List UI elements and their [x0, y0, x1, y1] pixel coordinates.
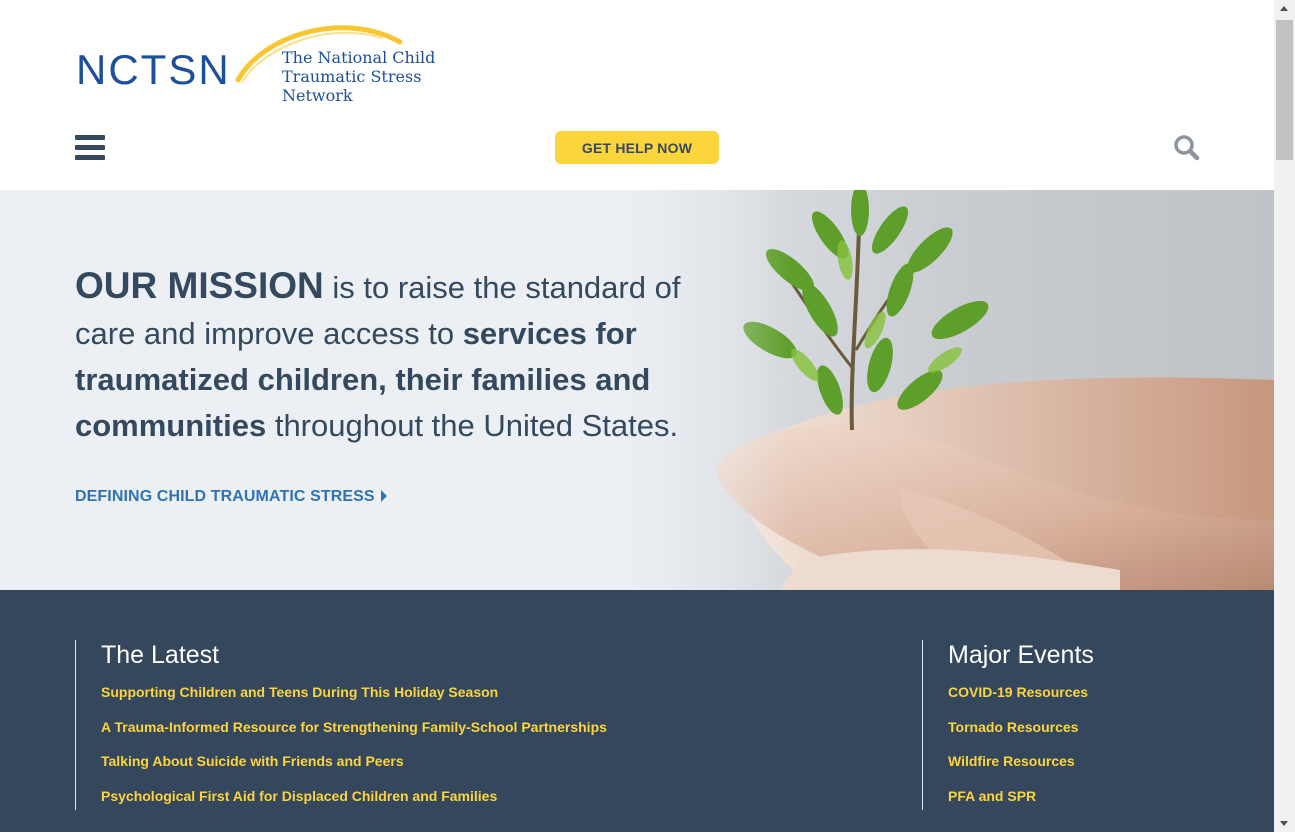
caret-right-icon [380, 490, 387, 502]
mission-statement: OUR MISSION is to raise the standard of … [75, 263, 725, 449]
site-header: NCTSN The National Child Traumatic Stres… [0, 0, 1274, 190]
latest-link[interactable]: Supporting Children and Teens During Thi… [101, 684, 875, 719]
latest-link[interactable]: A Trauma-Informed Resource for Strengthe… [101, 719, 875, 754]
scroll-down-icon[interactable] [1280, 821, 1288, 826]
event-link[interactable]: Tornado Resources [948, 719, 1222, 754]
search-icon[interactable] [1172, 133, 1202, 163]
page: NCTSN The National Child Traumatic Stres… [0, 0, 1274, 832]
hamburger-menu-icon[interactable] [75, 135, 105, 161]
latest-link[interactable]: Talking About Suicide with Friends and P… [101, 753, 875, 788]
event-link[interactable]: PFA and SPR [948, 788, 1222, 823]
latest-list: Supporting Children and Teens During Thi… [101, 684, 875, 822]
logo-tagline: The National Child Traumatic Stress Netw… [282, 48, 496, 105]
logo-wordmark: NCTSN [76, 46, 231, 93]
defining-child-traumatic-stress-link[interactable]: DEFINING CHILD TRAUMATIC STRESS [75, 488, 387, 506]
latest-link[interactable]: Psychological First Aid for Displaced Ch… [101, 788, 875, 823]
major-events-column: Major Events COVID-19 Resources Tornado … [922, 640, 1222, 810]
latest-section: The Latest Supporting Children and Teens… [0, 590, 1274, 832]
logo-tagline-line2: Traumatic Stress Network [282, 67, 422, 105]
events-list: COVID-19 Resources Tornado Resources Wil… [948, 684, 1222, 822]
defining-link-label: DEFINING CHILD TRAUMATIC STRESS [75, 488, 375, 505]
mission-lead: OUR MISSION [75, 265, 324, 306]
event-link[interactable]: Wildfire Resources [948, 753, 1222, 788]
major-events-heading: Major Events [948, 641, 1094, 669]
scrollbar-thumb[interactable] [1276, 20, 1293, 160]
event-link[interactable]: COVID-19 Resources [948, 684, 1222, 719]
the-latest-column: The Latest Supporting Children and Teens… [75, 640, 875, 810]
scroll-up-icon[interactable] [1280, 6, 1288, 11]
mission-text-2: throughout the United States. [266, 408, 679, 443]
hero-section: OUR MISSION is to raise the standard of … [0, 190, 1274, 590]
page-scrollbar[interactable] [1274, 0, 1295, 832]
the-latest-heading: The Latest [101, 641, 220, 669]
get-help-now-button[interactable]: GET HELP NOW [555, 131, 719, 164]
logo-tagline-line1: The National Child [282, 48, 436, 67]
nctsn-logo[interactable]: NCTSN The National Child Traumatic Stres… [76, 18, 496, 105]
